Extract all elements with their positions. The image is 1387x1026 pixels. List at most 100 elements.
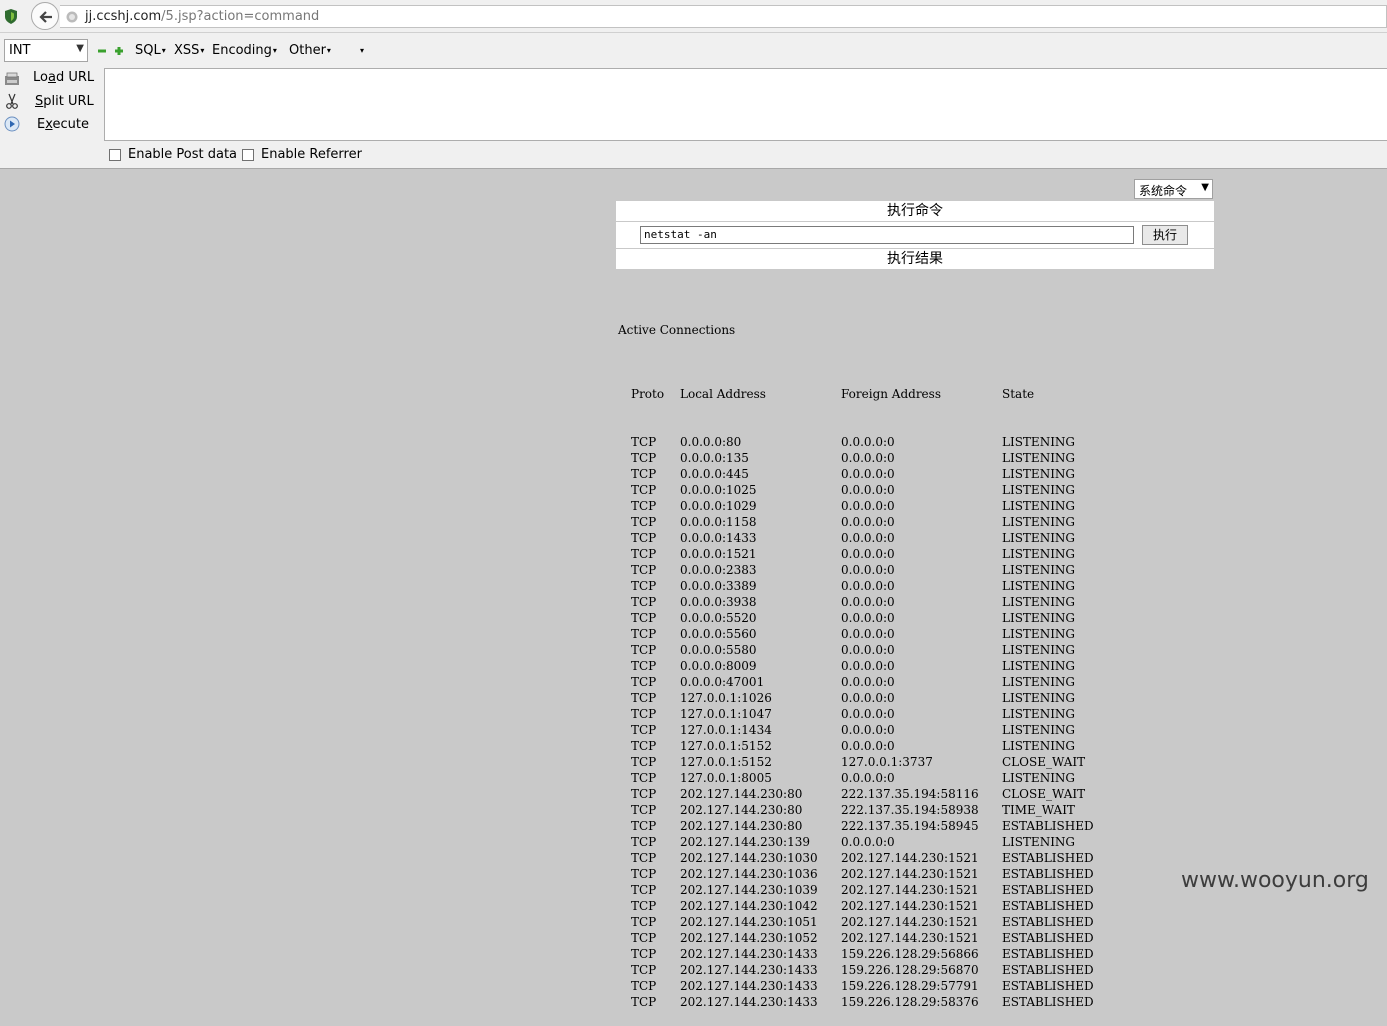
column-header-state: State bbox=[1002, 387, 1035, 401]
state-cell: ESTABLISHED bbox=[1002, 915, 1094, 929]
load-url-label-b: a bbox=[47, 70, 56, 85]
state-cell: LISTENING bbox=[1002, 451, 1076, 465]
table-row: TCP 202.127.144.230:80 222.137.35.194:5811… bbox=[618, 786, 1085, 802]
table-row: TCP 202.127.144.230:80 222.137.35.194:5894… bbox=[618, 818, 1094, 834]
run-button[interactable]: 执行 bbox=[1142, 225, 1188, 245]
foreign-address-cell: 222.137.35.194:58945 bbox=[841, 819, 979, 833]
proto-cell: TCP bbox=[631, 819, 657, 833]
plus-icon[interactable] bbox=[115, 47, 123, 55]
load-url-label-c: d URL bbox=[55, 70, 95, 85]
foreign-address-cell: 0.0.0.0:0 bbox=[841, 515, 895, 529]
proto-cell: TCP bbox=[631, 595, 657, 609]
enable-post-checkbox[interactable] bbox=[109, 149, 121, 161]
local-address-cell: 202.127.144.230:1433 bbox=[680, 947, 818, 961]
table-row: TCP 127.0.0.1:1434 0.0.0.0:0 LISTENING bbox=[618, 722, 1075, 738]
local-address-cell: 0.0.0.0:3389 bbox=[680, 579, 757, 593]
type-select[interactable]: INT ▼ bbox=[4, 39, 88, 62]
menu-encryption[interactable]: Encoding▾ bbox=[212, 43, 277, 58]
caret-down-icon: ▾ bbox=[200, 46, 205, 55]
menu-encoding[interactable]: Other▾ bbox=[289, 43, 331, 58]
foreign-address-cell: 0.0.0.0:0 bbox=[841, 483, 895, 497]
command-type-select[interactable]: 系统命令 ▼ bbox=[1134, 179, 1213, 199]
proto-cell: TCP bbox=[631, 531, 657, 545]
table-row: TCP 202.127.144.230:1051 202.127.144.230:1… bbox=[618, 914, 1094, 930]
foreign-address-cell: 0.0.0.0:0 bbox=[841, 611, 895, 625]
local-address-cell: 202.127.144.230:80 bbox=[680, 803, 803, 817]
foreign-address-cell: 159.226.128.29:57791 bbox=[841, 979, 979, 993]
state-cell: ESTABLISHED bbox=[1002, 851, 1094, 865]
execute-label-c: ecute bbox=[52, 117, 89, 132]
enable-post-label: Enable Post data bbox=[128, 147, 238, 162]
menu-sql[interactable]: SQL▾ bbox=[135, 43, 166, 58]
state-cell: LISTENING bbox=[1002, 499, 1076, 513]
table-row: TCP 0.0.0.0:5560 0.0.0.0:0 LISTENING bbox=[618, 626, 1075, 642]
local-address-cell: 127.0.0.1:1026 bbox=[680, 691, 772, 705]
local-address-cell: 0.0.0.0:5580 bbox=[680, 643, 757, 657]
command-input[interactable]: netstat -an bbox=[640, 226, 1134, 244]
result-title: 执行结果 bbox=[616, 249, 1214, 269]
column-header-proto: Proto bbox=[631, 387, 665, 401]
command-type-value: 系统命令 bbox=[1139, 184, 1188, 198]
table-row: TCP 202.127.144.230:1433 159.226.128.29:56… bbox=[618, 946, 1094, 962]
table-row: TCP 202.127.144.230:1052 202.127.144.230:1… bbox=[618, 930, 1094, 946]
state-cell: LISTENING bbox=[1002, 691, 1076, 705]
proto-cell: TCP bbox=[631, 483, 657, 497]
local-address-cell: 0.0.0.0:1025 bbox=[680, 483, 757, 497]
split-url-button[interactable]: Split URL bbox=[35, 94, 94, 109]
split-url-label-b: plit URL bbox=[43, 94, 94, 109]
proto-cell: TCP bbox=[631, 723, 657, 737]
local-address-cell: 0.0.0.0:8009 bbox=[680, 659, 757, 673]
foreign-address-cell: 159.226.128.29:56866 bbox=[841, 947, 979, 961]
state-cell: ESTABLISHED bbox=[1002, 931, 1094, 945]
proto-cell: TCP bbox=[631, 499, 657, 513]
proto-cell: TCP bbox=[631, 947, 657, 961]
local-address-cell: 0.0.0.0:5520 bbox=[680, 611, 757, 625]
foreign-address-cell: 202.127.144.230:1521 bbox=[841, 915, 979, 929]
foreign-address-cell: 0.0.0.0:0 bbox=[841, 499, 895, 513]
state-cell: TIME_WAIT bbox=[1002, 803, 1075, 817]
execute-label-b: x bbox=[45, 117, 53, 132]
column-header-foreign: Foreign Address bbox=[841, 387, 941, 401]
chevron-down-icon: ▼ bbox=[1201, 182, 1209, 193]
proto-cell: TCP bbox=[631, 851, 657, 865]
local-address-cell: 202.127.144.230:1052 bbox=[680, 931, 818, 945]
state-cell: LISTENING bbox=[1002, 483, 1076, 497]
hackbar-panel: INT ▼ SQL▾ XSS▾ Encoding▾ Other▾ ▾ Load … bbox=[0, 33, 1387, 169]
foreign-address-cell: 202.127.144.230:1521 bbox=[841, 931, 979, 945]
state-cell: LISTENING bbox=[1002, 563, 1076, 577]
menu-xss-label: XSS bbox=[174, 43, 200, 58]
shield-icon[interactable] bbox=[4, 9, 18, 24]
table-row: TCP 0.0.0.0:3389 0.0.0.0:0 LISTENING bbox=[618, 578, 1075, 594]
menu-xss[interactable]: XSS▾ bbox=[174, 43, 204, 58]
address-bar[interactable]: jj.ccshj.com/5.jsp?action=command bbox=[60, 5, 1387, 28]
foreign-address-cell: 127.0.0.1:3737 bbox=[841, 755, 933, 769]
local-address-cell: 0.0.0.0:1158 bbox=[680, 515, 757, 529]
local-address-cell: 127.0.0.1:5152 bbox=[680, 755, 772, 769]
menu-other[interactable]: ▾ bbox=[359, 43, 364, 58]
proto-cell: TCP bbox=[631, 739, 657, 753]
state-cell: LISTENING bbox=[1002, 707, 1076, 721]
minus-icon[interactable] bbox=[98, 47, 106, 55]
hackbar-url-textarea[interactable] bbox=[104, 68, 1387, 141]
proto-cell: TCP bbox=[631, 707, 657, 721]
local-address-cell: 202.127.144.230:1030 bbox=[680, 851, 818, 865]
proto-cell: TCP bbox=[631, 931, 657, 945]
proto-cell: TCP bbox=[631, 563, 657, 577]
execute-button[interactable]: Execute bbox=[37, 117, 89, 132]
local-address-cell: 127.0.0.1:5152 bbox=[680, 739, 772, 753]
table-row: TCP 0.0.0.0:1029 0.0.0.0:0 LISTENING bbox=[618, 498, 1075, 514]
table-row: TCP 0.0.0.0:1433 0.0.0.0:0 LISTENING bbox=[618, 530, 1075, 546]
enable-referrer-label: Enable Referrer bbox=[261, 147, 362, 162]
proto-cell: TCP bbox=[631, 883, 657, 897]
proto-cell: TCP bbox=[631, 435, 657, 449]
proto-cell: TCP bbox=[631, 691, 657, 705]
foreign-address-cell: 0.0.0.0:0 bbox=[841, 579, 895, 593]
foreign-address-cell: 0.0.0.0:0 bbox=[841, 643, 895, 657]
enable-referrer-checkbox[interactable] bbox=[242, 149, 254, 161]
state-cell: LISTENING bbox=[1002, 579, 1076, 593]
table-row: TCP 202.127.144.230:1030 202.127.144.230:1… bbox=[618, 850, 1094, 866]
table-row: TCP 202.127.144.230:80 222.137.35.194:5893… bbox=[618, 802, 1075, 818]
local-address-cell: 0.0.0.0:80 bbox=[680, 435, 742, 449]
back-button[interactable] bbox=[31, 2, 59, 30]
load-url-button[interactable]: Load URL bbox=[33, 70, 94, 85]
